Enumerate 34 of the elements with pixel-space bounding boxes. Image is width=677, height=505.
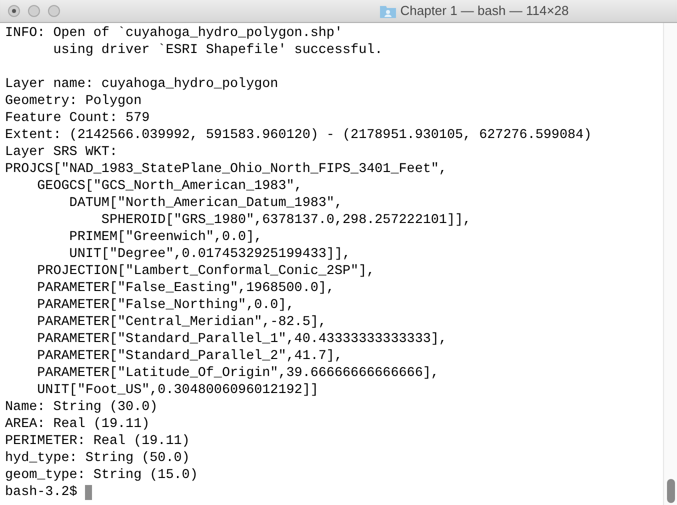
output-line: PARAMETER["Standard_Parallel_2",41.7], [36,348,342,365]
output-line: UNIT["Degree",0.0174532925199433]], [68,246,351,263]
output-line: PARAMETER["Latitude_Of_Origin",39.66666666666666], [36,365,439,382]
output-line: PROJCS["NAD_1983_StatePlane_Ohio_North_FIPS_3401_Feet", [5,161,447,178]
output-line: Layer SRS WKT: [5,144,118,161]
output-line: Extent: (2142566.039992, 591583.960120) - (2178951.930105, 627276.599084) [5,127,592,144]
window-title: Chapter 1 — bash — 114×28 [400,2,569,20]
output-line: PARAMETER["False_Northing",0.0], [36,297,294,314]
output-line: Feature Count: 579 [5,110,150,127]
output-line: Geometry: Polygon [5,93,142,110]
output-line: hyd_type: String (50.0) [5,450,190,467]
output-line: AREA: Real (19.11) [5,416,150,433]
output-line: GEOGCS["GCS_North_American_1983", [36,178,302,195]
output-line: DATUM["North_American_Datum_1983", [68,195,342,212]
output-line: PARAMETER["Central_Meridian",-82.5], [36,314,326,331]
output-line: Name: String (30.0) [5,399,158,416]
output-line: PERIMETER: Real (19.11) [5,433,190,450]
output-line: PROJECTION["Lambert_Conformal_Conic_2SP"], [36,263,375,280]
output-line: PARAMETER["False_Easting",1968500.0], [36,280,334,297]
output-line: PARAMETER["Standard_Parallel_1",40.43333333333333], [36,331,447,348]
scrollbar-thumb[interactable] [666,479,674,503]
zoom-button[interactable] [48,5,60,17]
output-line: geom_type: String (15.0) [5,467,198,484]
output-line: UNIT["Foot_US",0.3048006096012192]] [36,382,318,399]
minimize-button[interactable] [28,5,40,17]
output-line: PRIMEM["Greenwich",0.0], [68,229,262,246]
close-button[interactable] [8,5,20,17]
output-line: using driver `ESRI Shapefile' successful. [52,42,383,59]
output-line: INFO: Open of `cuyahoga_hydro_polygon.shp' [5,25,342,42]
shell-prompt: bash-3.2$ [5,484,78,501]
output-line: SPHEROID["GRS_1980",6378137.0,298.257222101]], [100,212,472,229]
output-line: Layer name: cuyahoga_hydro_polygon [5,76,278,93]
cursor-icon [85,485,92,500]
folder-icon [380,4,396,18]
